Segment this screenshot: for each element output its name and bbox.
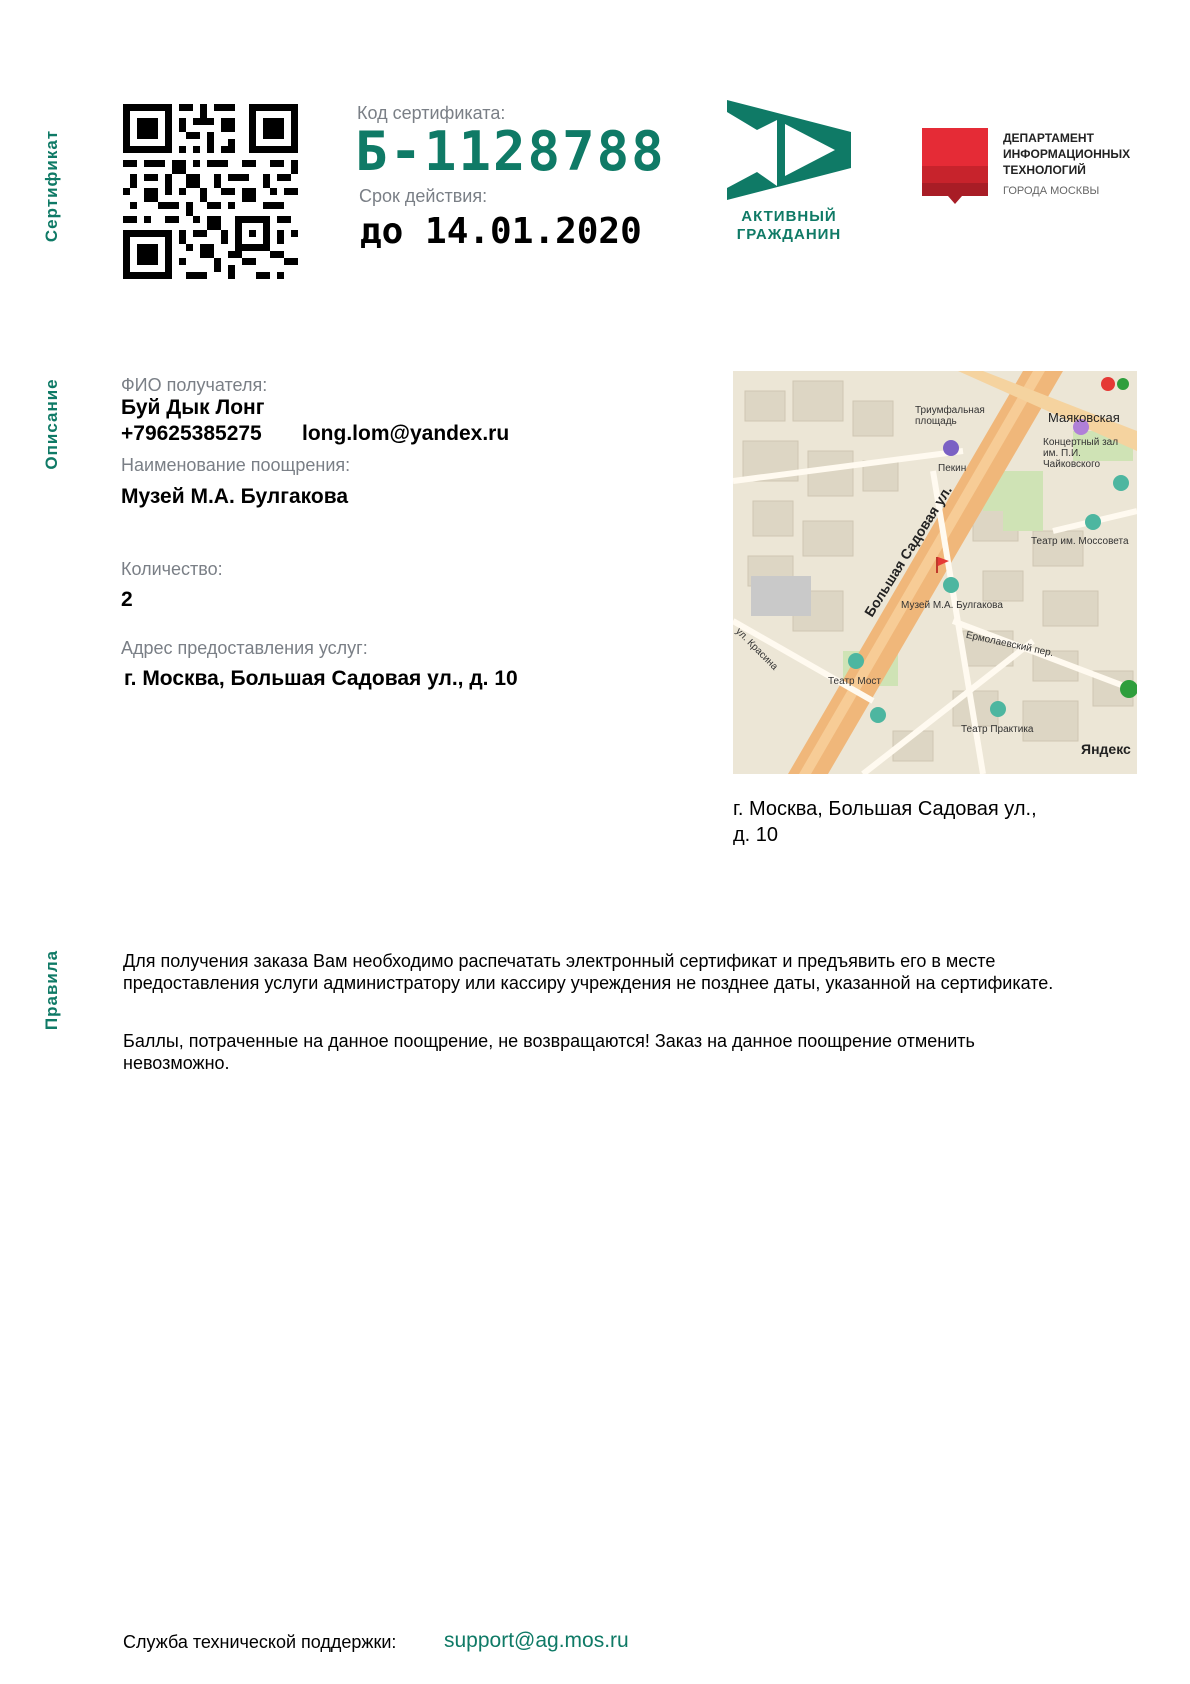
qr-code	[123, 104, 298, 279]
map-praktika-label: Театр Практика	[961, 724, 1034, 735]
address-value: г. Москва, Большая Садовая ул., д. 10	[124, 667, 518, 690]
address-label: Адрес предоставления услуг:	[121, 638, 368, 658]
map-square-label: Триумфальная площадь	[915, 405, 985, 427]
dit-logo-text: ДЕПАРТАМЕНТ ИНФОРМАЦИОННЫХ ТЕХНОЛОГИЙ ГО…	[1003, 131, 1131, 197]
dit-emblem-icon	[922, 128, 988, 204]
support-email-link[interactable]: support@ag.mos.ru	[444, 1629, 629, 1653]
active-citizen-logo-icon	[727, 100, 851, 200]
quantity-value: 2	[121, 588, 133, 611]
rules-paragraph: Для получения заказа Вам необходимо расп…	[123, 951, 1054, 993]
recipient-email: long.lom@yandex.ru	[302, 422, 510, 445]
location-map: Большая Садовая ул. Маяковская Музей М.А…	[733, 371, 1137, 774]
reward-label: Наименование поощрения:	[121, 455, 351, 475]
active-citizen-logo-text: АКТИВНЫЙ ГРАЖДАНИН	[736, 208, 842, 243]
map-hotel-label: Пекин	[938, 463, 967, 474]
support-label: Служба технической поддержки:	[123, 1632, 397, 1652]
map-museum-label: Музей М.А. Булгакова	[901, 600, 1003, 611]
map-mossovet-label: Театр им. Моссовета	[1031, 536, 1129, 547]
map-watermark: Яндекс	[1081, 741, 1131, 757]
recipient-name-label: ФИО получателя:	[121, 375, 268, 395]
map-caption: г. Москва, Большая Садовая ул., д. 10	[733, 798, 1037, 846]
map-metro-label: Маяковская	[1048, 410, 1120, 425]
quantity-label: Количество:	[121, 559, 223, 579]
map-concert-label: Концертный зал им. П.И. Чайковского	[1043, 437, 1119, 470]
certificate-code: Б-1128788	[355, 120, 666, 183]
validity-label: Срок действия:	[359, 186, 488, 206]
recipient-name: Буй Дык Лонг	[121, 396, 265, 419]
rules-paragraph: Баллы, потраченные на данное поощрение, …	[123, 1031, 975, 1073]
rules-text: Для получения заказа Вам необходимо расп…	[123, 950, 1083, 1074]
recipient-phone: +79625385275	[121, 422, 262, 445]
reward-name: Музей М.А. Булгакова	[121, 485, 349, 508]
validity-date: до 14.01.2020	[360, 211, 642, 252]
map-most-label: Театр Мост	[828, 676, 881, 687]
